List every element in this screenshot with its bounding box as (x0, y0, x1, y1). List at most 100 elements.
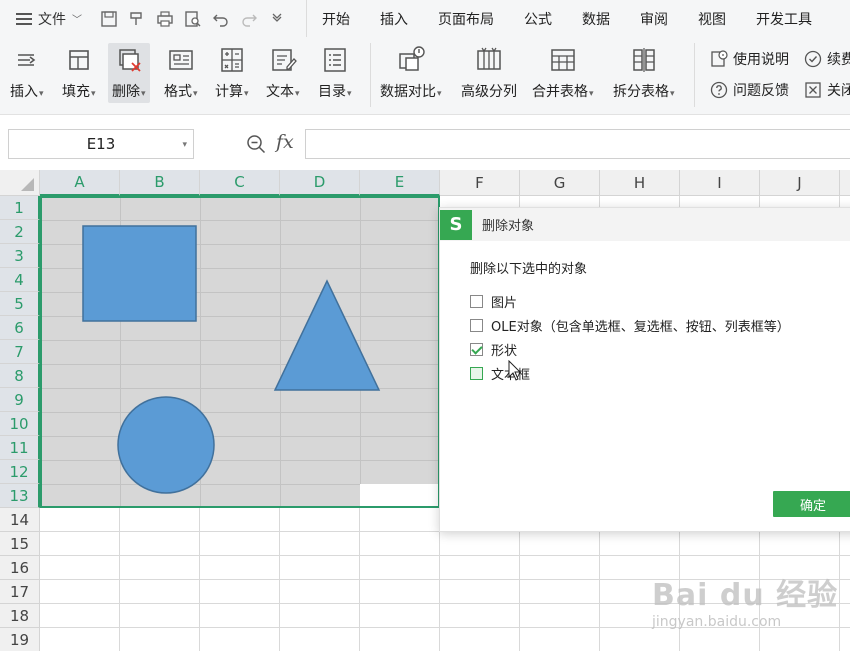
menu-page-layout[interactable]: 页面布局 (423, 0, 509, 37)
data-compare-button[interactable]: 数据对比▾ (380, 45, 442, 101)
row-header-14[interactable]: 14 (0, 508, 40, 532)
selected-range[interactable] (40, 196, 440, 508)
row-header-3[interactable]: 3 (0, 244, 40, 268)
data-compare-label: 数据对比 (380, 84, 436, 100)
print-icon[interactable] (156, 10, 174, 28)
menu-developer[interactable]: 开发工具 (741, 0, 827, 37)
name-box[interactable]: E13 ▾ (8, 129, 194, 159)
baidu-watermark: Bai du 经验 jingyan.baidu.com (652, 566, 850, 646)
select-all-corner[interactable] (0, 170, 40, 196)
calculator-icon (217, 45, 247, 75)
format-label: 格式 (164, 84, 192, 100)
fill-icon (64, 45, 94, 75)
row-header-1[interactable]: 1 (0, 196, 40, 220)
row-header-8[interactable]: 8 (0, 364, 40, 388)
row-header-10[interactable]: 10 (0, 412, 40, 436)
renew-label: 续费 (827, 52, 850, 68)
row-header-12[interactable]: 12 (0, 460, 40, 484)
row-header-16[interactable]: 16 (0, 556, 40, 580)
menu-bar: 文件 ﹀ 开始 插入 页面布局 公式 数据 审阅 视图 开发工具 (0, 0, 850, 37)
shapes-checkbox[interactable] (470, 342, 483, 356)
row-header-5[interactable]: 5 (0, 292, 40, 316)
redo-icon[interactable] (240, 10, 258, 28)
feedback-label: 问题反馈 (733, 83, 789, 99)
advanced-split-icon (474, 45, 504, 75)
row-header-17[interactable]: 17 (0, 580, 40, 604)
dialog-titlebar[interactable]: S 删除对象 (440, 208, 850, 241)
row-header-6[interactable]: 6 (0, 316, 40, 340)
file-menu-label: 文件 (38, 11, 66, 28)
renew-button[interactable]: 续费 (804, 49, 850, 69)
feedback-button[interactable]: 问题反馈 (710, 80, 789, 100)
menu-view[interactable]: 视图 (683, 0, 741, 37)
advanced-split-button[interactable]: 高级分列 (461, 45, 517, 101)
format-painter-icon[interactable] (128, 10, 146, 28)
fill-label: 填充 (62, 84, 90, 100)
format-button[interactable]: 格式▾ (164, 45, 198, 101)
file-menu[interactable]: 文件 ﹀ (0, 0, 82, 37)
quick-access-toolbar (100, 0, 286, 37)
merge-table-button[interactable]: 合并表格▾ (532, 45, 594, 101)
merge-table-label: 合并表格 (532, 84, 588, 100)
formula-bar: E13 ▾ fx (0, 115, 850, 170)
fx-icon[interactable]: fx (276, 131, 294, 153)
toc-button[interactable]: 目录▾ (318, 45, 352, 101)
help-button[interactable]: 使用说明 (710, 49, 789, 69)
close-addin-button[interactable]: 关闭 (804, 80, 850, 100)
row-header-18[interactable]: 18 (0, 604, 40, 628)
row-header-2[interactable]: 2 (0, 220, 40, 244)
column-header-h[interactable]: H (600, 170, 680, 196)
column-header-c[interactable]: C (200, 170, 280, 196)
insert-label: 插入 (10, 84, 38, 100)
ole-checkbox[interactable] (470, 318, 483, 332)
undo-icon[interactable] (212, 10, 230, 28)
column-header-j[interactable]: J (760, 170, 840, 196)
data-compare-icon (396, 45, 426, 75)
save-icon[interactable] (100, 10, 118, 28)
row-header-13[interactable]: 13 (0, 484, 40, 508)
column-header-f[interactable]: F (440, 170, 520, 196)
row-header-11[interactable]: 11 (0, 436, 40, 460)
row-header-15[interactable]: 15 (0, 532, 40, 556)
column-header-e[interactable]: E (360, 170, 440, 196)
row-header-7[interactable]: 7 (0, 340, 40, 364)
menu-home[interactable]: 开始 (307, 0, 365, 37)
menu-insert[interactable]: 插入 (365, 0, 423, 37)
customize-dropdown-icon[interactable] (268, 10, 286, 28)
toc-icon (320, 45, 350, 75)
option-shapes[interactable]: 形状 (470, 337, 790, 361)
calculate-button[interactable]: 计算▾ (215, 45, 249, 101)
formula-input[interactable] (305, 129, 850, 159)
watermark-url: jingyan.baidu.com (652, 614, 782, 630)
row-header-9[interactable]: 9 (0, 388, 40, 412)
fill-button[interactable]: 填充▾ (62, 45, 96, 101)
pictures-checkbox[interactable] (470, 294, 483, 308)
text-button[interactable]: 文本▾ (266, 45, 300, 101)
ribbon-separator (694, 43, 695, 107)
advanced-split-label: 高级分列 (461, 84, 517, 100)
split-table-button[interactable]: 拆分表格▾ (613, 45, 675, 101)
row-header-19[interactable]: 19 (0, 628, 40, 651)
delete-button[interactable]: 删除▾ (108, 43, 150, 103)
column-header-k[interactable]: K (840, 170, 850, 196)
close-box-icon (805, 82, 821, 98)
column-header-b[interactable]: B (120, 170, 200, 196)
zoom-icon[interactable] (246, 134, 266, 154)
menu-formulas[interactable]: 公式 (509, 0, 567, 37)
option-pictures[interactable]: 图片 (470, 289, 790, 313)
column-header-a[interactable]: A (40, 170, 120, 196)
column-header-d[interactable]: D (280, 170, 360, 196)
dialog-title: 删除对象 (482, 219, 535, 234)
menu-data[interactable]: 数据 (567, 0, 625, 37)
delete-icon (114, 45, 144, 75)
column-header-i[interactable]: I (680, 170, 760, 196)
option-ole-objects[interactable]: OLE对象（包含单选框、复选框、按钮、列表框等） (470, 313, 790, 337)
insert-button[interactable]: 插入▾ (10, 45, 44, 101)
textbox-checkbox[interactable] (470, 366, 483, 380)
ok-button[interactable]: 确定 (773, 491, 850, 517)
print-preview-icon[interactable] (184, 10, 202, 28)
row-header-4[interactable]: 4 (0, 268, 40, 292)
menu-review[interactable]: 审阅 (625, 0, 683, 37)
active-cell[interactable] (360, 484, 438, 506)
column-header-g[interactable]: G (520, 170, 600, 196)
